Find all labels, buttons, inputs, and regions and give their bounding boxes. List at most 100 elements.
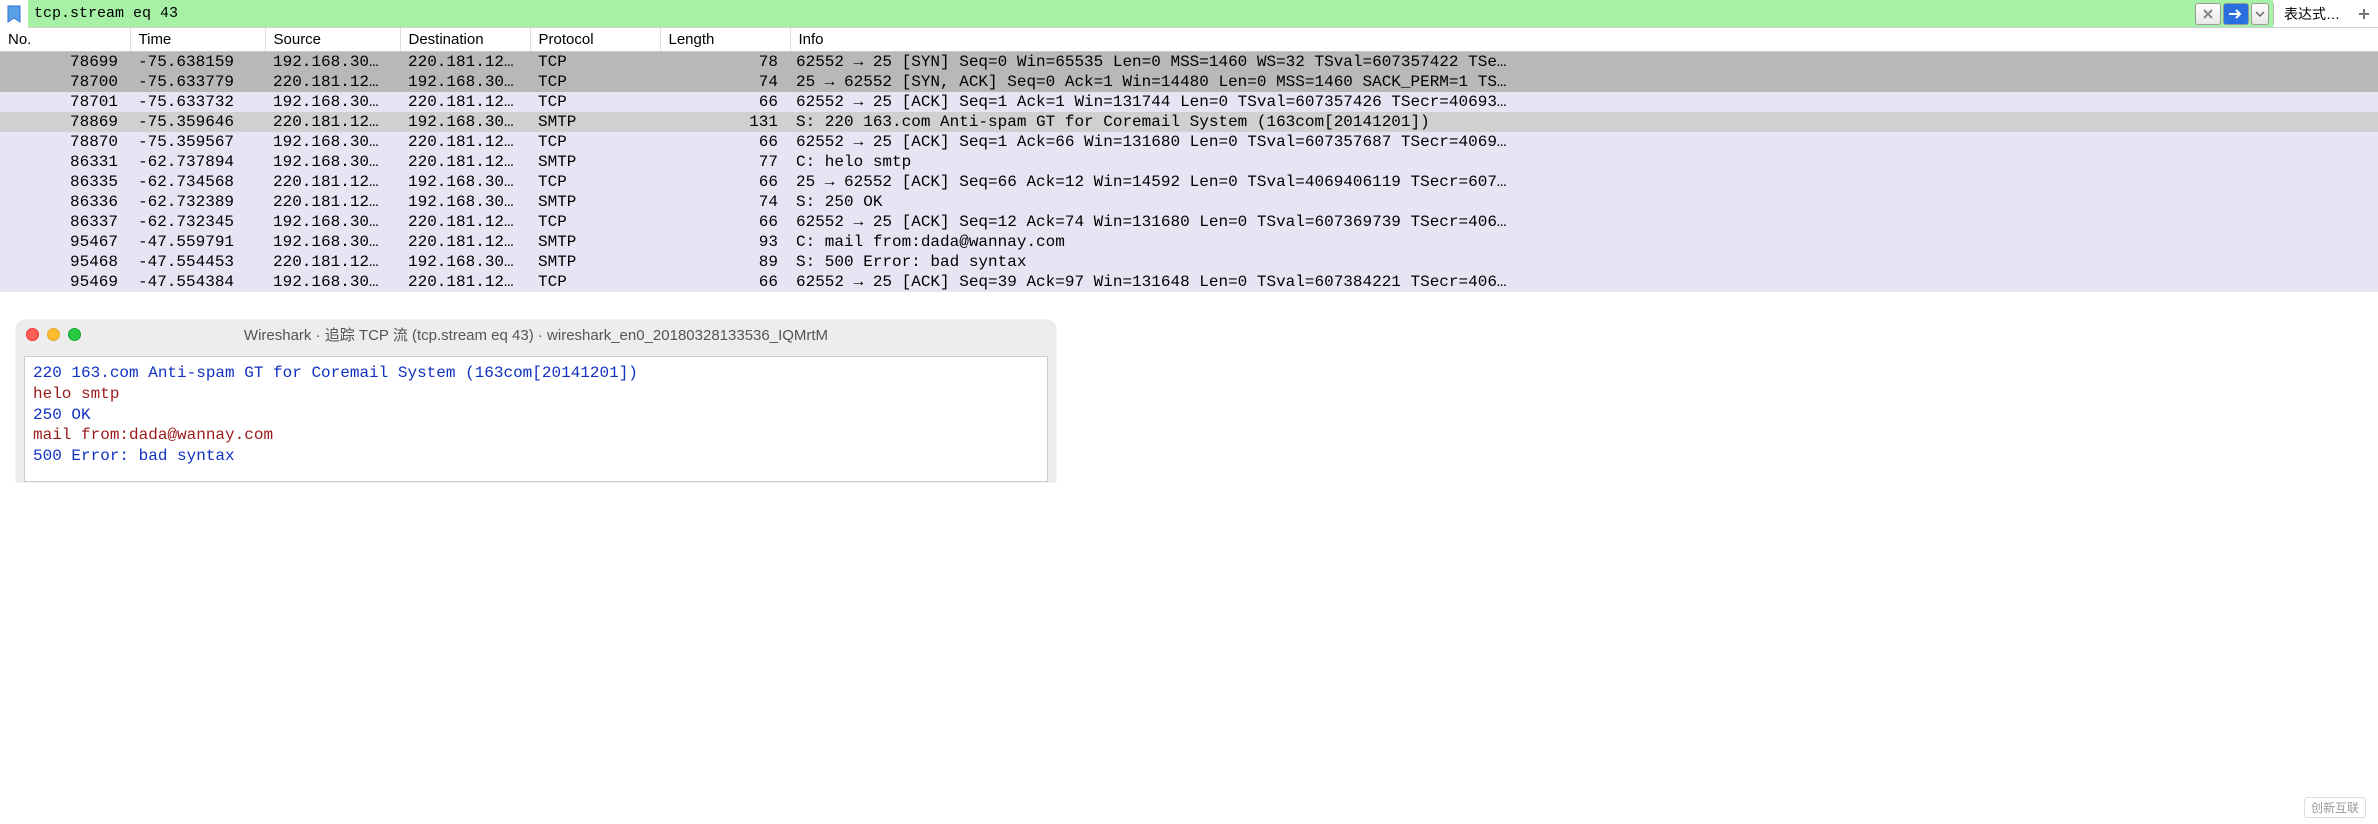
- stream-content[interactable]: 220 163.com Anti-spam GT for Coremail Sy…: [24, 356, 1048, 482]
- cell-len: 89: [660, 252, 790, 272]
- cell-dst: 220.181.12…: [400, 272, 530, 292]
- cell-src: 192.168.30…: [265, 92, 400, 112]
- cell-src: 192.168.30…: [265, 132, 400, 152]
- zoom-window-button[interactable]: [68, 328, 81, 341]
- cell-len: 77: [660, 152, 790, 172]
- cell-time: -47.559791: [130, 232, 265, 252]
- cell-proto: TCP: [530, 92, 660, 112]
- packet-row[interactable]: 78869-75.359646220.181.12…192.168.30…SMT…: [0, 112, 2378, 132]
- cell-info: 62552 → 25 [ACK] Seq=1 Ack=66 Win=131680…: [790, 132, 2378, 152]
- follow-tcp-stream-window: Wireshark · 追踪 TCP 流 (tcp.stream eq 43) …: [16, 320, 1056, 482]
- cell-src: 220.181.12…: [265, 252, 400, 272]
- cell-len: 131: [660, 112, 790, 132]
- column-header-info[interactable]: Info: [790, 28, 2378, 52]
- window-title: Wireshark · 追踪 TCP 流 (tcp.stream eq 43) …: [16, 324, 1056, 345]
- watermark: 创新互联: [2304, 797, 2366, 818]
- cell-src: 220.181.12…: [265, 112, 400, 132]
- expression-button[interactable]: 表达式…: [2273, 3, 2350, 25]
- cell-dst: 192.168.30…: [400, 72, 530, 92]
- server-line: 250 OK: [33, 405, 1039, 426]
- cell-len: 74: [660, 192, 790, 212]
- apply-filter-button[interactable]: [2223, 3, 2249, 25]
- cell-proto: TCP: [530, 212, 660, 232]
- cell-src: 220.181.12…: [265, 72, 400, 92]
- cell-len: 66: [660, 172, 790, 192]
- packet-row[interactable]: 86331-62.737894192.168.30…220.181.12…SMT…: [0, 152, 2378, 172]
- column-header-protocol[interactable]: Protocol: [530, 28, 660, 52]
- packet-list[interactable]: No. Time Source Destination Protocol Len…: [0, 28, 2378, 292]
- server-line: 220 163.com Anti-spam GT for Coremail Sy…: [33, 363, 1039, 384]
- packet-row[interactable]: 78870-75.359567192.168.30…220.181.12…TCP…: [0, 132, 2378, 152]
- packet-row[interactable]: 78701-75.633732192.168.30…220.181.12…TCP…: [0, 92, 2378, 112]
- cell-info: 62552 → 25 [ACK] Seq=1 Ack=1 Win=131744 …: [790, 92, 2378, 112]
- cell-no: 78700: [0, 72, 130, 92]
- column-header-time[interactable]: Time: [130, 28, 265, 52]
- cell-no: 86337: [0, 212, 130, 232]
- cell-info: 25 → 62552 [SYN, ACK] Seq=0 Ack=1 Win=14…: [790, 72, 2378, 92]
- cell-time: -47.554453: [130, 252, 265, 272]
- cell-proto: SMTP: [530, 112, 660, 132]
- cell-dst: 220.181.12…: [400, 232, 530, 252]
- cell-proto: TCP: [530, 132, 660, 152]
- display-filter-input[interactable]: [28, 0, 2191, 27]
- cell-info: 62552 → 25 [SYN] Seq=0 Win=65535 Len=0 M…: [790, 52, 2378, 73]
- cell-time: -75.359646: [130, 112, 265, 132]
- cell-time: -75.633779: [130, 72, 265, 92]
- packet-row[interactable]: 95467-47.559791192.168.30…220.181.12…SMT…: [0, 232, 2378, 252]
- cell-no: 78870: [0, 132, 130, 152]
- cell-len: 66: [660, 272, 790, 292]
- cell-src: 192.168.30…: [265, 212, 400, 232]
- packet-row[interactable]: 86336-62.732389220.181.12…192.168.30…SMT…: [0, 192, 2378, 212]
- packet-row[interactable]: 95468-47.554453220.181.12…192.168.30…SMT…: [0, 252, 2378, 272]
- column-header-no[interactable]: No.: [0, 28, 130, 52]
- add-filter-button[interactable]: [2350, 3, 2378, 25]
- cell-time: -75.638159: [130, 52, 265, 73]
- cell-time: -62.737894: [130, 152, 265, 172]
- window-titlebar[interactable]: Wireshark · 追踪 TCP 流 (tcp.stream eq 43) …: [16, 320, 1056, 348]
- packet-row[interactable]: 86337-62.732345192.168.30…220.181.12…TCP…: [0, 212, 2378, 232]
- minimize-window-button[interactable]: [47, 328, 60, 341]
- cell-dst: 220.181.12…: [400, 212, 530, 232]
- filter-actions: [2191, 0, 2273, 27]
- column-header-destination[interactable]: Destination: [400, 28, 530, 52]
- packet-row[interactable]: 86335-62.734568220.181.12…192.168.30…TCP…: [0, 172, 2378, 192]
- cell-dst: 192.168.30…: [400, 172, 530, 192]
- cell-time: -75.633732: [130, 92, 265, 112]
- packet-list-header[interactable]: No. Time Source Destination Protocol Len…: [0, 28, 2378, 52]
- cell-no: 78701: [0, 92, 130, 112]
- cell-src: 220.181.12…: [265, 172, 400, 192]
- window-controls: [26, 328, 81, 341]
- cell-no: 86335: [0, 172, 130, 192]
- packet-row[interactable]: 78700-75.633779220.181.12…192.168.30…TCP…: [0, 72, 2378, 92]
- cell-dst: 192.168.30…: [400, 112, 530, 132]
- cell-no: 78699: [0, 52, 130, 73]
- clear-filter-button[interactable]: [2195, 3, 2221, 25]
- packet-row[interactable]: 78699-75.638159192.168.30…220.181.12…TCP…: [0, 52, 2378, 73]
- cell-no: 86336: [0, 192, 130, 212]
- server-line: 500 Error: bad syntax: [33, 446, 1039, 467]
- cell-proto: SMTP: [530, 192, 660, 212]
- cell-info: 25 → 62552 [ACK] Seq=66 Ack=12 Win=14592…: [790, 172, 2378, 192]
- display-filter-bar: 表达式…: [0, 0, 2378, 28]
- cell-proto: TCP: [530, 272, 660, 292]
- bookmark-icon[interactable]: [0, 0, 28, 28]
- cell-time: -75.359567: [130, 132, 265, 152]
- cell-time: -62.732389: [130, 192, 265, 212]
- cell-dst: 220.181.12…: [400, 52, 530, 73]
- filter-history-dropdown[interactable]: [2251, 3, 2269, 25]
- cell-proto: SMTP: [530, 152, 660, 172]
- cell-dst: 220.181.12…: [400, 92, 530, 112]
- column-header-length[interactable]: Length: [660, 28, 790, 52]
- cell-src: 192.168.30…: [265, 52, 400, 73]
- close-window-button[interactable]: [26, 328, 39, 341]
- cell-info: 62552 → 25 [ACK] Seq=12 Ack=74 Win=13168…: [790, 212, 2378, 232]
- cell-proto: TCP: [530, 172, 660, 192]
- cell-info: S: 250 OK: [790, 192, 2378, 212]
- cell-no: 95469: [0, 272, 130, 292]
- cell-proto: TCP: [530, 52, 660, 73]
- packet-row[interactable]: 95469-47.554384192.168.30…220.181.12…TCP…: [0, 272, 2378, 292]
- column-header-source[interactable]: Source: [265, 28, 400, 52]
- cell-dst: 220.181.12…: [400, 132, 530, 152]
- cell-src: 192.168.30…: [265, 272, 400, 292]
- cell-info: S: 220 163.com Anti-spam GT for Coremail…: [790, 112, 2378, 132]
